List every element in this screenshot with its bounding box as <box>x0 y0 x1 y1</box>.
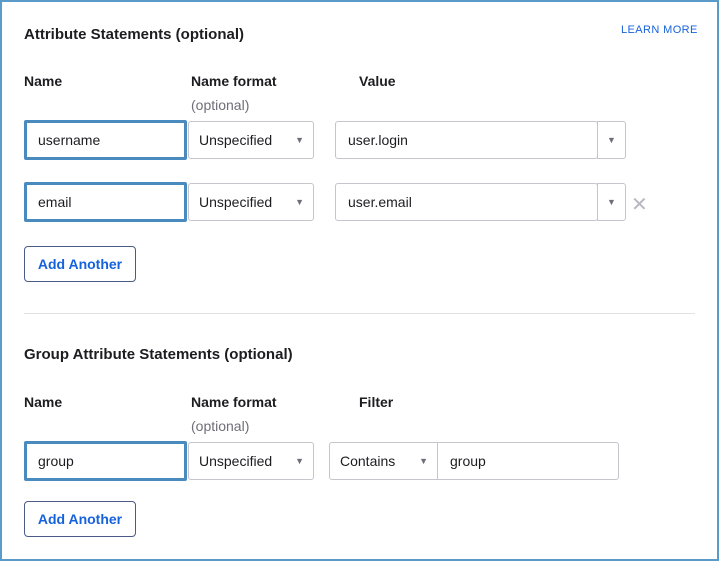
column-header-name-format: Name format <box>191 73 277 89</box>
name-format-selected: Unspecified <box>199 453 273 469</box>
remove-row-icon[interactable]: ✕ <box>631 195 648 215</box>
group-attribute-name-input[interactable]: group <box>24 441 187 481</box>
group-attribute-statements-title: Group Attribute Statements (optional) <box>24 346 293 363</box>
value-dropdown-toggle[interactable]: ▼ <box>597 121 626 159</box>
name-format-select[interactable]: Unspecified ▼ <box>188 183 314 221</box>
column-header-optional: (optional) <box>191 418 250 434</box>
chevron-down-icon: ▼ <box>295 197 304 207</box>
column-header-optional: (optional) <box>191 97 250 113</box>
attribute-statements-title: Attribute Statements (optional) <box>24 26 244 43</box>
column-header-name: Name <box>24 73 63 89</box>
column-header-value: Value <box>359 73 396 89</box>
filter-type-selected: Contains <box>340 453 396 469</box>
column-header-filter: Filter <box>359 394 394 410</box>
chevron-down-icon: ▼ <box>295 456 304 466</box>
column-header-name: Name <box>24 394 63 410</box>
chevron-down-icon: ▼ <box>607 197 616 207</box>
name-format-select[interactable]: Unspecified ▼ <box>188 442 314 480</box>
filter-type-select[interactable]: Contains ▼ <box>329 442 438 480</box>
section-divider <box>24 313 695 314</box>
add-another-attribute-button[interactable]: Add Another <box>24 246 136 282</box>
attribute-value-input[interactable]: user.login <box>335 121 598 159</box>
chevron-down-icon: ▼ <box>607 135 616 145</box>
name-format-selected: Unspecified <box>199 132 273 148</box>
value-dropdown-toggle[interactable]: ▼ <box>597 183 626 221</box>
learn-more-link[interactable]: LEARN MORE <box>621 24 698 36</box>
attribute-name-input[interactable]: username <box>24 120 187 160</box>
attribute-value-input[interactable]: user.email <box>335 183 598 221</box>
attribute-name-input[interactable]: email <box>24 182 187 222</box>
chevron-down-icon: ▼ <box>419 456 428 466</box>
name-format-selected: Unspecified <box>199 194 273 210</box>
add-another-group-attribute-button[interactable]: Add Another <box>24 501 136 537</box>
column-header-name-format: Name format <box>191 394 277 410</box>
name-format-select[interactable]: Unspecified ▼ <box>188 121 314 159</box>
filter-value-input[interactable]: group <box>437 442 619 480</box>
attribute-statements-panel: Attribute Statements (optional) LEARN MO… <box>0 0 719 561</box>
chevron-down-icon: ▼ <box>295 135 304 145</box>
